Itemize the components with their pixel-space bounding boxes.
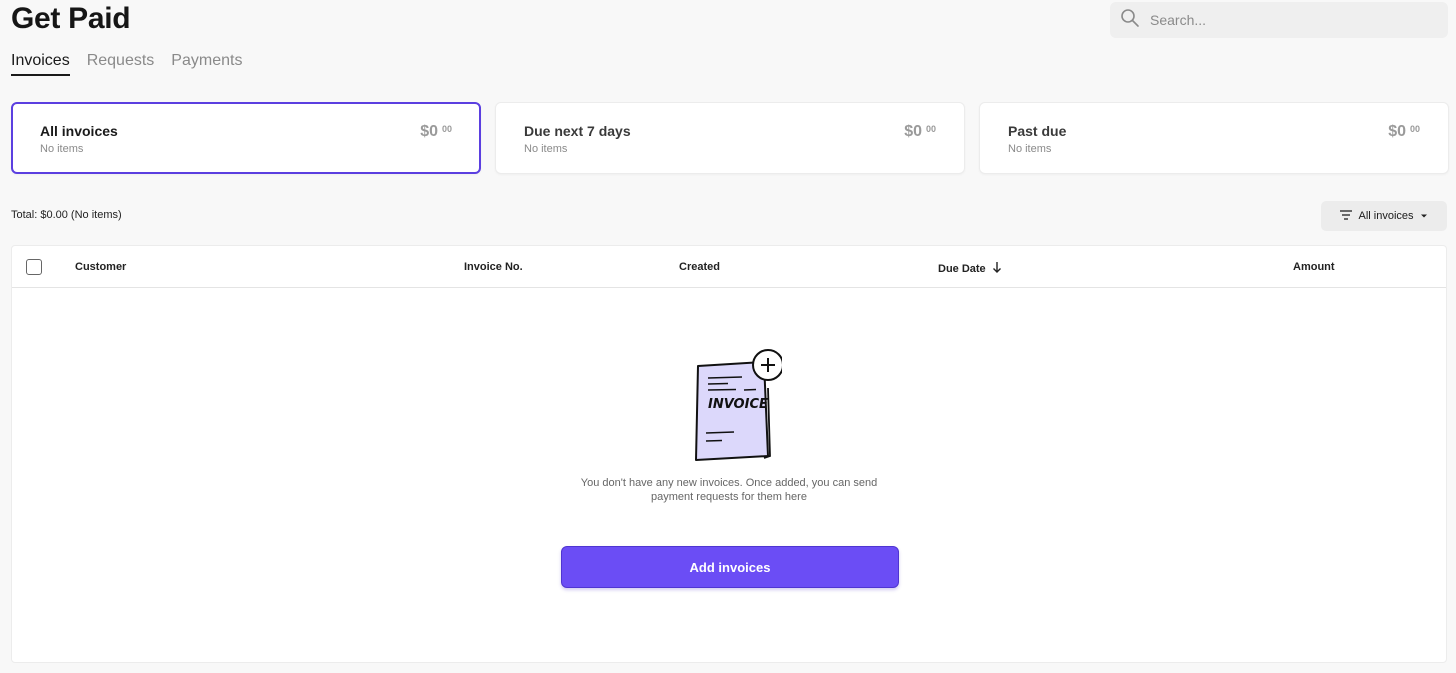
empty-state-message: You don't have any new invoices. Once ad… <box>12 476 1446 504</box>
summary-cards: All invoices No items $0 00 Due next 7 d… <box>11 102 1449 174</box>
search-input[interactable] <box>1150 12 1430 28</box>
empty-state: INVOICE You don't have any new invoices.… <box>12 288 1446 662</box>
card-amount-dollars: $0 <box>420 123 438 140</box>
card-amount-cents: 00 <box>1409 124 1420 134</box>
card-amount: $0 00 <box>420 123 452 141</box>
tab-payments[interactable]: Payments <box>171 52 242 76</box>
empty-message-line-2: payment requests for them here <box>651 491 807 503</box>
card-due-next-7-days[interactable]: Due next 7 days No items $0 00 <box>495 102 965 174</box>
search-box[interactable] <box>1110 2 1448 38</box>
tab-bar: Invoices Requests Payments <box>11 52 242 76</box>
column-customer[interactable]: Customer <box>75 261 126 273</box>
column-due-date[interactable]: Due Date <box>938 261 1002 276</box>
card-all-invoices[interactable]: All invoices No items $0 00 <box>11 102 481 174</box>
card-amount-cents: 00 <box>925 124 936 134</box>
card-title: Past due <box>1008 123 1067 139</box>
total-summary: Total: $0.00 (No items) <box>11 209 122 221</box>
sort-descending-icon <box>992 261 1002 276</box>
search-icon <box>1120 8 1140 33</box>
card-amount-dollars: $0 <box>1388 123 1406 140</box>
filter-icon <box>1340 209 1353 223</box>
column-amount[interactable]: Amount <box>1293 261 1335 273</box>
card-title: All invoices <box>40 123 118 139</box>
caret-down-icon <box>1420 210 1428 222</box>
card-subtitle: No items <box>1008 143 1052 155</box>
card-past-due[interactable]: Past due No items $0 00 <box>979 102 1449 174</box>
invoice-illustration-icon: INVOICE <box>682 348 784 466</box>
card-amount: $0 00 <box>904 123 936 141</box>
tab-invoices[interactable]: Invoices <box>11 52 70 76</box>
card-amount-dollars: $0 <box>904 123 922 140</box>
card-title: Due next 7 days <box>524 123 631 139</box>
filter-label: All invoices <box>1358 210 1414 222</box>
page-title: Get Paid <box>11 2 131 35</box>
card-amount: $0 00 <box>1388 123 1420 141</box>
table-header: Customer Invoice No. Created Due Date Am… <box>12 246 1446 288</box>
filter-dropdown-button[interactable]: All invoices <box>1321 201 1447 231</box>
card-subtitle: No items <box>524 143 568 155</box>
tab-requests[interactable]: Requests <box>87 52 155 76</box>
column-due-date-label: Due Date <box>938 262 986 275</box>
add-invoices-button[interactable]: Add invoices <box>561 546 899 588</box>
card-amount-cents: 00 <box>441 124 452 134</box>
column-invoice-no[interactable]: Invoice No. <box>464 261 523 273</box>
illustration-text: INVOICE <box>708 397 768 412</box>
empty-message-line-1: You don't have any new invoices. Once ad… <box>580 477 878 489</box>
invoices-table: Customer Invoice No. Created Due Date Am… <box>11 245 1447 663</box>
column-created[interactable]: Created <box>679 261 720 273</box>
card-subtitle: No items <box>40 143 84 155</box>
select-all-checkbox[interactable] <box>26 259 42 275</box>
